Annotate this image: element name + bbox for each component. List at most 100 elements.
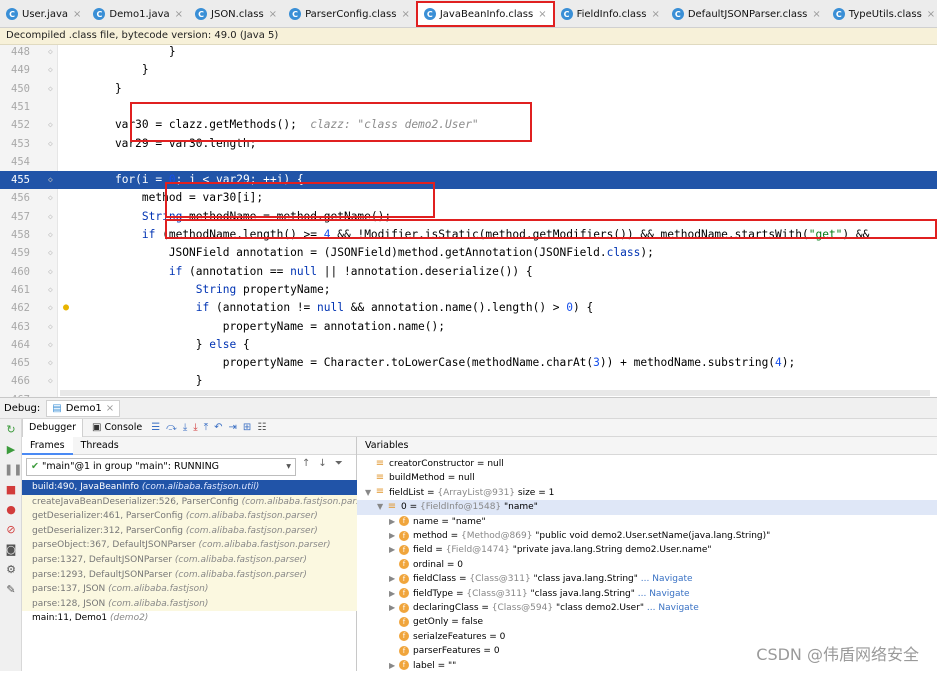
tab-json-class[interactable]: C JSON.class ×: [189, 0, 283, 27]
code-line[interactable]: 449 ◇ }: [0, 61, 937, 79]
variable-row[interactable]: ▼ ≡ 0 = {FieldInfo@1548} "name": [357, 500, 937, 515]
stack-frame[interactable]: getDeserializer:461, ParserConfig (com.a…: [22, 509, 357, 524]
variable-row[interactable]: ▶ f fieldType = {Class@311} "class java.la…: [357, 587, 937, 601]
fold-marker-icon[interactable]: ◇: [48, 318, 53, 336]
code-line[interactable]: 458 ◇ if (methodName.length() >= 4 && !Mo…: [0, 226, 937, 244]
force-step-into-icon[interactable]: ⤓: [193, 422, 197, 433]
fold-marker-icon[interactable]: ◇: [48, 208, 53, 226]
pause-icon[interactable]: ❚❚: [4, 463, 22, 477]
tab-fieldinfo-class[interactable]: C FieldInfo.class ×: [555, 0, 666, 27]
view-breakpoints-icon[interactable]: ●: [4, 503, 18, 517]
fold-marker-icon[interactable]: ◇: [48, 226, 53, 244]
tab-javabeaninfo-class[interactable]: C JavaBeanInfo.class ×: [415, 1, 555, 27]
expand-arrow-icon[interactable]: ▶: [389, 587, 399, 601]
step-out-icon[interactable]: ⤒: [204, 422, 208, 433]
variable-row[interactable]: ≡ buildMethod = null: [357, 471, 937, 485]
variable-row[interactable]: ≡ creatorConstructor = null: [357, 457, 937, 471]
variable-row[interactable]: ▶ f name = "name": [357, 515, 937, 529]
variable-row[interactable]: ▶ f fieldClass = {Class@311} "class java.l…: [357, 572, 937, 586]
code-line[interactable]: 460 ◇ if (annotation == null || !annotati…: [0, 263, 937, 281]
stack-frame[interactable]: getDeserializer:312, ParserConfig (com.a…: [22, 523, 357, 539]
code-line[interactable]: 461 ◇ String propertyName;: [0, 281, 937, 299]
code-line[interactable]: 448 ◇ }: [0, 45, 937, 61]
horizontal-scrollbar[interactable]: [60, 390, 930, 396]
close-icon[interactable]: ×: [401, 9, 409, 20]
stop-icon[interactable]: ■: [4, 483, 18, 497]
lightbulb-icon[interactable]: ●: [63, 299, 69, 317]
resume-icon[interactable]: ▶: [4, 443, 18, 457]
close-icon[interactable]: ×: [651, 9, 659, 20]
debug-session-tab[interactable]: ▤ Demo1 ×: [46, 399, 121, 417]
stack-frame[interactable]: parse:128, JSON (com.alibaba.fastjson): [22, 596, 357, 612]
step-into-icon[interactable]: ⤓: [183, 422, 187, 433]
code-line[interactable]: 459 ◇ JSONField annotation = (JSONField)m…: [0, 244, 937, 262]
code-editor[interactable]: 448 ◇ } 449 ◇ } 450 ◇ } 451 452 ◇ var30 = clazz.…: [0, 45, 937, 397]
stack-frame[interactable]: parse:137, JSON (com.alibaba.fastjson): [22, 582, 357, 597]
tab-parserconfig-class[interactable]: C ParserConfig.class ×: [283, 0, 416, 27]
fold-marker-icon[interactable]: ◇: [48, 263, 53, 281]
fold-marker-icon[interactable]: ◇: [48, 299, 53, 317]
tab-frames[interactable]: Frames: [22, 436, 73, 455]
fold-marker-icon[interactable]: ◇: [48, 80, 53, 98]
fold-marker-icon[interactable]: ◇: [48, 281, 53, 299]
drop-frame-icon[interactable]: ↶: [214, 422, 222, 433]
expand-arrow-icon[interactable]: ▶: [389, 572, 399, 586]
variable-row[interactable]: ▶ f declaringClass = {Class@594} "class de…: [357, 601, 937, 615]
code-line[interactable]: 463 ◇ propertyName = annotation.name();: [0, 318, 937, 336]
stack-frame[interactable]: build:490, JavaBeanInfo (com.alibaba.fas…: [22, 480, 357, 495]
code-line[interactable]: 456 ◇ method = var30[i];: [0, 189, 937, 207]
variable-row[interactable]: ▼ ≡ fieldList = {ArrayList@931} size = 1: [357, 486, 937, 500]
variable-row[interactable]: ▶ f field = {Field@1474} "private java.lan…: [357, 543, 937, 557]
expand-arrow-icon[interactable]: ▶: [389, 543, 399, 557]
expand-arrow-icon[interactable]: ▼: [377, 500, 387, 514]
trace-icon[interactable]: ☷: [257, 422, 266, 433]
stack-frame[interactable]: parse:1327, DefaultJSONParser (com.aliba…: [22, 552, 357, 568]
code-line[interactable]: 451: [0, 98, 937, 116]
close-icon[interactable]: ×: [175, 9, 183, 20]
code-line[interactable]: 450 ◇ }: [0, 80, 937, 98]
close-icon[interactable]: ×: [927, 9, 935, 20]
run-to-cursor-icon[interactable]: ⇥: [229, 422, 237, 433]
expand-arrow-icon[interactable]: ▶: [389, 515, 399, 529]
variable-row[interactable]: f getOnly = false: [357, 615, 937, 629]
fold-marker-icon[interactable]: ◇: [48, 372, 53, 390]
close-icon[interactable]: ×: [812, 9, 820, 20]
fold-marker-icon[interactable]: ◇: [48, 45, 53, 61]
settings-icon[interactable]: ⚙: [4, 563, 18, 577]
stack-frame[interactable]: parseObject:367, DefaultJSONParser (com.…: [22, 538, 357, 553]
code-line[interactable]: 454: [0, 153, 937, 171]
stack-frame[interactable]: main:11, Demo1 (demo2): [22, 611, 357, 626]
variable-row[interactable]: f ordinal = 0: [357, 558, 937, 572]
thread-selector[interactable]: ✔ "main"@1 in group "main": RUNNING ▾: [26, 458, 296, 476]
code-line[interactable]: 457 ◇ String methodName = method.getName(…: [0, 208, 937, 226]
tab-defaultjsonparser-class[interactable]: C DefaultJSONParser.class ×: [666, 0, 827, 27]
fold-marker-icon[interactable]: ◇: [48, 116, 53, 134]
tab-typeutils-class[interactable]: C TypeUtils.class ×: [827, 0, 937, 27]
expand-arrow-icon[interactable]: ▶: [389, 529, 399, 543]
fold-marker-icon[interactable]: ◇: [48, 171, 53, 189]
fold-marker-icon[interactable]: ◇: [48, 61, 53, 79]
tab-threads[interactable]: Threads: [73, 437, 127, 455]
fold-marker-icon[interactable]: ◇: [48, 244, 53, 262]
close-icon[interactable]: ×: [106, 403, 114, 414]
tab-debugger[interactable]: Debugger: [22, 418, 84, 437]
navigate-link[interactable]: ... Navigate: [635, 589, 690, 599]
evaluate-icon[interactable]: ⊞: [243, 422, 251, 433]
code-line[interactable]: 452 ◇ var30 = clazz.getMethods(); clazz: …: [0, 116, 937, 134]
code-line[interactable]: 453 ◇ var29 = var30.length;: [0, 135, 937, 153]
pin-icon[interactable]: ✎: [4, 583, 18, 597]
frame-navigation-icons[interactable]: ↑↓⏷: [302, 458, 351, 469]
stack-frame[interactable]: createJavaBeanDeserializer:526, ParserCo…: [22, 494, 357, 510]
mute-breakpoints-icon[interactable]: ⊘: [4, 523, 18, 537]
fold-marker-icon[interactable]: ◇: [48, 135, 53, 153]
stack-frame[interactable]: parse:1293, DefaultJSONParser (com.aliba…: [22, 567, 357, 583]
tab-demo1-java[interactable]: C Demo1.java ×: [87, 0, 189, 27]
close-icon[interactable]: ×: [73, 9, 81, 20]
code-line[interactable]: 464 ◇ } else {: [0, 336, 937, 354]
close-icon[interactable]: ×: [269, 9, 277, 20]
code-line[interactable]: 455 ◇ for(i = 0; i < var29; ++i) {: [0, 171, 937, 190]
variable-row[interactable]: ▶ f method = {Method@869} "public void dem…: [357, 529, 937, 543]
close-icon[interactable]: ×: [538, 9, 546, 20]
code-line[interactable]: 465 ◇ propertyName = Character.toLowerCas…: [0, 354, 937, 372]
menu-icon[interactable]: ☰: [151, 422, 160, 433]
